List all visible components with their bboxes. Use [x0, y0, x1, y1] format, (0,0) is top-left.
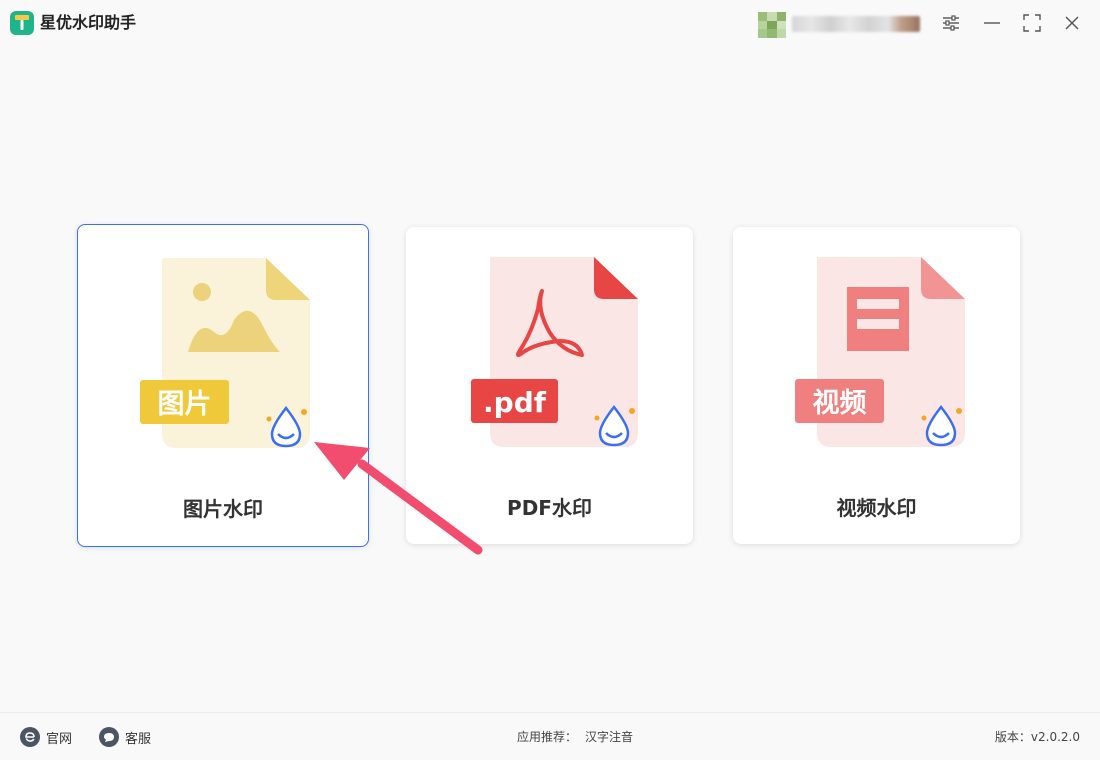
support-link[interactable]: 客服 — [99, 727, 151, 747]
website-link[interactable]: 官网 — [20, 727, 72, 747]
image-file-icon: 图片 — [140, 258, 310, 448]
website-label: 官网 — [46, 731, 73, 747]
app-title: 星优水印助手 — [40, 13, 137, 32]
title-bar: 星优水印助手 — [0, 0, 1100, 46]
image-watermark-card[interactable]: 图片 图片水印 — [77, 224, 369, 547]
card-badge-text: 图片 — [158, 389, 212, 420]
user-avatar[interactable] — [758, 12, 786, 38]
brush-logo-icon — [10, 11, 34, 35]
recommended-app-link[interactable]: 汉字注音 — [585, 730, 633, 744]
card-badge-text: .pdf — [483, 386, 547, 419]
maximize-button[interactable] — [1021, 12, 1043, 34]
minimize-button[interactable] — [981, 12, 1003, 34]
video-watermark-card[interactable]: 视频 视频水印 — [733, 227, 1020, 544]
settings-button[interactable] — [940, 12, 962, 34]
support-label: 客服 — [125, 731, 152, 747]
version-text: 版本：v2.0.2.0 — [994, 730, 1080, 744]
footer-bar: 官网 客服 应用推荐： 汉字注音 版本：v2.0.2.0 — [0, 712, 1100, 760]
card-label: 图片水印 — [183, 497, 263, 521]
recommend-prefix: 应用推荐： — [517, 730, 578, 744]
app-recommendation: 应用推荐： 汉字注音 — [517, 728, 633, 745]
user-name-blurred[interactable] — [792, 16, 920, 32]
pdf-file-icon: .pdf — [471, 257, 638, 447]
browser-e-icon — [20, 727, 40, 747]
card-label: PDF水印 — [507, 496, 592, 520]
maximize-icon — [1023, 14, 1041, 32]
minimize-icon — [984, 22, 1000, 24]
card-badge-text: 视频 — [813, 388, 867, 419]
card-label: 视频水印 — [836, 496, 917, 520]
video-file-icon: 视频 — [795, 257, 965, 447]
close-button[interactable] — [1061, 12, 1083, 34]
pdf-watermark-card[interactable]: .pdf PDF水印 — [406, 227, 693, 544]
close-icon — [1065, 16, 1079, 30]
sliders-icon — [943, 15, 959, 31]
chat-bubble-icon — [99, 727, 119, 747]
